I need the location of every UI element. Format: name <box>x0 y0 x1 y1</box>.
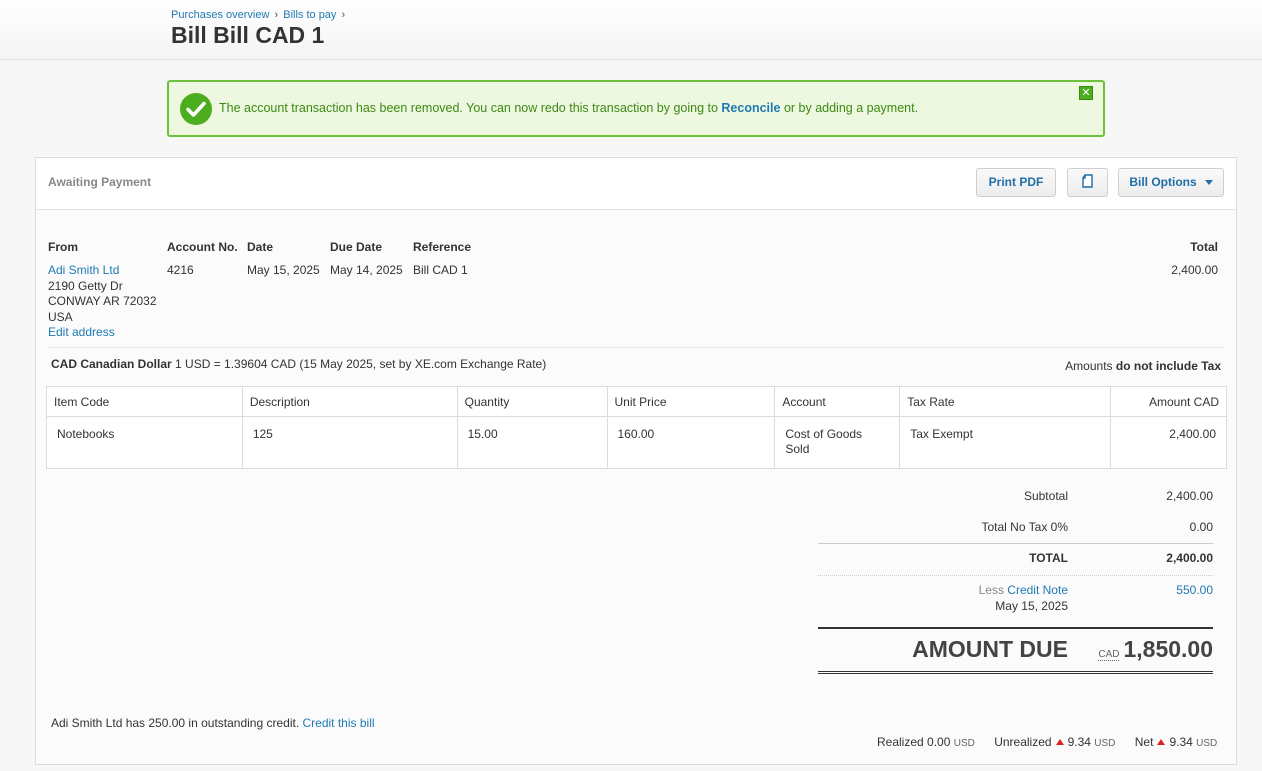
address-line-1: 2190 Getty Dr <box>48 278 123 293</box>
copy-icon <box>1081 174 1093 189</box>
credit-note-block: Less Credit Note May 15, 2025 <box>818 583 1068 614</box>
bill-options-label: Bill Options <box>1129 175 1197 189</box>
tax-label: Total No Tax 0% <box>981 520 1069 534</box>
copy-button[interactable] <box>1067 168 1108 197</box>
credit-note-amount: 550.00 <box>1176 583 1213 597</box>
amount-due-top-rule <box>818 627 1213 629</box>
account-no-label: Account No. <box>167 240 238 254</box>
summary-divider-dotted <box>818 575 1213 576</box>
credit-note-link[interactable]: Credit Note <box>1007 583 1068 597</box>
supplier-link[interactable]: Adi Smith Ltd <box>48 263 119 277</box>
subtotal-value: 2,400.00 <box>1166 489 1213 503</box>
check-circle-icon <box>180 93 212 125</box>
currency-name: CAD Canadian Dollar <box>51 357 172 371</box>
fx-gain-loss-summary: Realized 0.00 USD Unrealized 9.34 USD Net… <box>877 735 1217 749</box>
total-sum-label: TOTAL <box>1029 551 1068 565</box>
notice-text: The account transaction has been removed… <box>219 101 722 115</box>
bill-panel-header: Awaiting Payment Print PDF Bill Options <box>36 158 1236 210</box>
breadcrumb-bills-to-pay[interactable]: Bills to pay <box>283 9 336 21</box>
address-line-2: CONWAY AR 72032 <box>48 294 157 308</box>
edit-address-link[interactable]: Edit address <box>48 325 115 339</box>
col-quantity: Quantity <box>456 386 608 417</box>
notice-message: The account transaction has been removed… <box>219 101 918 115</box>
from-label: From <box>48 240 78 254</box>
unrealized-value: 9.34 <box>1067 735 1091 749</box>
total-label: Total <box>1190 240 1218 254</box>
summary-divider <box>818 543 1213 544</box>
net-currency: USD <box>1196 738 1218 749</box>
status-label: Awaiting Payment <box>48 175 152 189</box>
tax-value: 0.00 <box>1189 520 1213 534</box>
date-label: Date <box>247 240 274 254</box>
total-sum-value: 2,400.00 <box>1166 551 1213 565</box>
amounts-tax-mode: Amounts do not include Tax <box>1021 359 1221 375</box>
cell-unit-price: 160.00 <box>606 416 776 469</box>
triangle-up-icon <box>1055 739 1064 745</box>
breadcrumb-separator: › <box>341 9 346 21</box>
page-title: Bill Bill CAD 1 <box>171 22 325 48</box>
cell-tax-rate: Tax Exempt <box>899 416 1112 469</box>
col-description: Description <box>241 386 458 417</box>
line-items-table: Item Code Description Quantity Unit Pric… <box>46 386 1227 469</box>
col-item-code: Item Code <box>46 386 243 417</box>
due-date-value: May 14, 2025 <box>330 263 403 277</box>
amount-due-bottom-rule <box>818 671 1213 675</box>
unrealized-currency: USD <box>1094 738 1116 749</box>
realized-value: 0.00 <box>927 735 951 749</box>
notice-text-end: or by adding a payment. <box>780 101 919 115</box>
reference-label: Reference <box>413 240 472 254</box>
amount-due-value: 1,850.00 <box>1123 636 1213 662</box>
address-line-3: USA <box>48 309 73 324</box>
col-unit-price: Unit Price <box>606 386 776 417</box>
success-notice: The account transaction has been removed… <box>167 80 1105 137</box>
net-label: Net <box>1134 735 1154 749</box>
realized-label: Realized <box>877 735 928 749</box>
triangle-up-icon <box>1157 739 1166 745</box>
total-value: 2,400.00 <box>1171 263 1218 277</box>
cell-amount: 2,400.00 <box>1110 416 1227 469</box>
subtotal-label: Subtotal <box>1023 489 1068 503</box>
cell-item-code: Notebooks <box>46 416 243 469</box>
outstanding-credit-text: Adi Smith Ltd has 250.00 in outstanding … <box>51 716 375 730</box>
outstanding-credit-message: Adi Smith Ltd has 250.00 in outstanding … <box>51 716 303 730</box>
caret-down-icon <box>1204 180 1213 186</box>
page-header: Purchases overview › Bills to pay › Bill… <box>0 0 1262 60</box>
due-date-label: Due Date <box>330 240 383 254</box>
cell-account: Cost of Goods Sold <box>774 416 901 469</box>
amounts-mode: do not include Tax <box>1115 359 1221 373</box>
col-account: Account <box>774 386 901 417</box>
reference-value: Bill CAD 1 <box>413 263 468 277</box>
currency-info: CAD Canadian Dollar 1 USD = 1.39604 CAD … <box>51 357 546 373</box>
credit-this-bill-link[interactable]: Credit this bill <box>303 716 375 730</box>
net-value: 9.34 <box>1169 735 1193 749</box>
account-no-value: 4216 <box>167 263 194 277</box>
cell-quantity: 15.00 <box>456 416 608 469</box>
less-label: Less <box>978 583 1008 597</box>
bill-panel: Awaiting Payment Print PDF Bill Options … <box>35 157 1237 765</box>
bill-options-button[interactable]: Bill Options <box>1118 168 1224 197</box>
amount-due-currency: CAD <box>1098 649 1120 661</box>
col-amount: Amount CAD <box>1110 386 1227 417</box>
print-pdf-button[interactable]: Print PDF <box>976 168 1056 197</box>
table-header-row: Item Code Description Quantity Unit Pric… <box>46 386 1227 417</box>
divider <box>48 347 1224 348</box>
breadcrumb: Purchases overview › Bills to pay › <box>171 9 347 21</box>
reconcile-link[interactable]: Reconcile <box>721 101 780 115</box>
amounts-label: Amounts <box>1065 359 1116 373</box>
exchange-rate: 1 USD = 1.39604 CAD (15 May 2025, set by… <box>171 357 547 371</box>
unrealized-label: Unrealized <box>994 735 1052 749</box>
close-notice-button[interactable]: ✕ <box>1079 86 1093 100</box>
supplier-block: Adi Smith Ltd 2190 Getty Dr CONWAY AR 72… <box>48 263 157 341</box>
amount-due-label: AMOUNT DUE <box>912 636 1068 662</box>
col-tax-rate: Tax Rate <box>899 386 1112 417</box>
amount-due-value-block: CAD 1,850.00 <box>1073 636 1213 663</box>
date-value: May 15, 2025 <box>247 263 320 277</box>
realized-currency: USD <box>953 738 975 749</box>
breadcrumb-separator: › <box>274 9 279 21</box>
breadcrumb-purchases-overview[interactable]: Purchases overview <box>171 9 269 21</box>
credit-note-date: May 15, 2025 <box>995 598 1068 613</box>
cell-description: 125 <box>241 416 458 469</box>
table-row[interactable]: Notebooks 125 15.00 160.00 Cost of Goods… <box>46 416 1227 469</box>
